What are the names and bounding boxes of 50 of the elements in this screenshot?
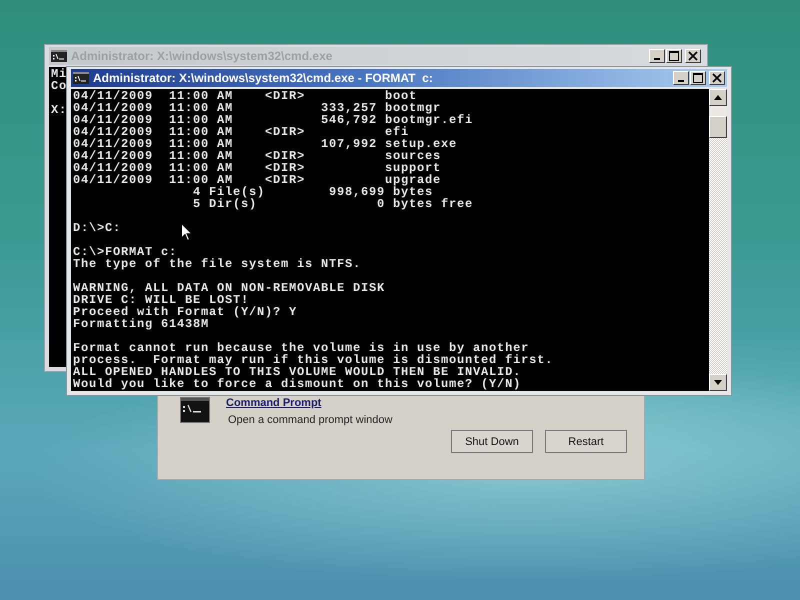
window-title: Administrator: X:\windows\system32\cmd.exe - FORMAT c: bbox=[93, 71, 434, 85]
console-icon bbox=[51, 50, 67, 62]
console-line: Format cannot run because the volume is in use by another bbox=[73, 342, 530, 354]
up-arrow-icon bbox=[714, 95, 722, 100]
maximize-button[interactable] bbox=[666, 49, 682, 63]
scroll-up-button[interactable] bbox=[709, 89, 727, 106]
console-line: process. Format may run if this volume is dismounted first. bbox=[73, 354, 554, 366]
console-line: ALL OPENED HANDLES TO THIS VOLUME WOULD THEN BE INVALID. bbox=[73, 366, 522, 378]
scroll-down-button[interactable] bbox=[709, 374, 727, 391]
close-button[interactable] bbox=[685, 49, 701, 63]
restart-button[interactable]: Restart bbox=[545, 430, 627, 453]
close-icon bbox=[712, 73, 722, 83]
console-line: Mi bbox=[51, 68, 68, 80]
console-line: 04/11/2009 11:00 AM 546,792 bootmgr.efi bbox=[73, 114, 474, 126]
close-button[interactable] bbox=[709, 71, 725, 85]
maximize-icon bbox=[669, 51, 679, 61]
console-line: 04/11/2009 11:00 AM <DIR> upgrade bbox=[73, 174, 442, 186]
console-line: 04/11/2009 11:00 AM <DIR> support bbox=[73, 162, 442, 174]
maximize-button[interactable] bbox=[690, 71, 706, 85]
console-line: The type of the file system is NTFS. bbox=[73, 258, 362, 270]
console-line: DRIVE C: WILL BE LOST! bbox=[73, 294, 250, 306]
console-line: 5 Dir(s) 0 bytes free bbox=[192, 198, 474, 210]
down-arrow-icon bbox=[714, 380, 722, 385]
console-line: X: bbox=[51, 104, 68, 116]
console-line: 04/11/2009 11:00 AM <DIR> boot bbox=[73, 90, 418, 102]
mouse-pointer-icon bbox=[181, 223, 193, 242]
maximize-icon bbox=[693, 73, 703, 83]
minimize-icon bbox=[654, 58, 660, 60]
link-description: Open a command prompt window bbox=[228, 414, 392, 426]
scroll-thumb[interactable] bbox=[709, 116, 727, 138]
console-line: Would you like to force a dismount on this volume? (Y/N) bbox=[73, 378, 522, 390]
console-line: 4 File(s) 998,699 bytes bbox=[192, 186, 434, 198]
console-line: WARNING, ALL DATA ON NON-REMOVABLE DISK bbox=[73, 282, 386, 294]
shut-down-button[interactable]: Shut Down bbox=[451, 430, 533, 453]
console-line: 04/11/2009 11:00 AM <DIR> efi bbox=[73, 126, 410, 138]
console-line: Co bbox=[51, 80, 68, 92]
console-line: 04/11/2009 11:00 AM 107,992 setup.exe bbox=[73, 138, 458, 150]
console-line: 04/11/2009 11:00 AM <DIR> sources bbox=[73, 150, 442, 162]
console-line: D:\>C: bbox=[73, 222, 122, 234]
close-icon bbox=[688, 51, 698, 61]
console-line: C:\>FORMAT c: bbox=[73, 246, 178, 258]
vertical-scrollbar[interactable] bbox=[709, 89, 727, 391]
minimize-button[interactable] bbox=[673, 71, 689, 85]
console-line: 04/11/2009 11:00 AM 333,257 bootmgr bbox=[73, 102, 442, 114]
console-line: Proceed with Format (Y/N)? Y bbox=[73, 306, 298, 318]
minimize-button[interactable] bbox=[649, 49, 665, 63]
minimize-icon bbox=[678, 80, 684, 82]
console-icon bbox=[73, 72, 89, 84]
console-line: Formatting 61438M bbox=[73, 318, 210, 330]
command-prompt-link[interactable]: Command Prompt bbox=[226, 397, 392, 409]
